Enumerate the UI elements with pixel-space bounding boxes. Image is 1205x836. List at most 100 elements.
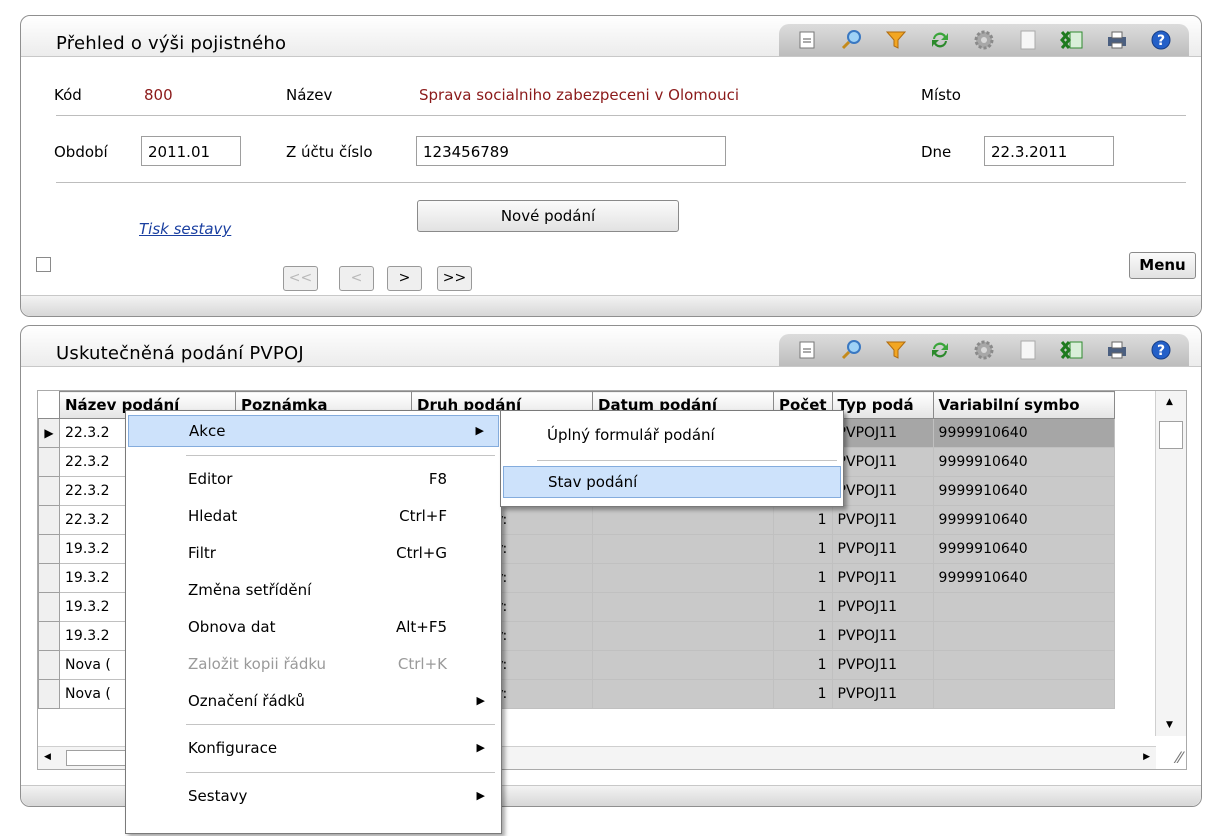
cell-datum[interactable]: [592, 505, 774, 535]
column-header[interactable]: Variabilní symbo: [932, 391, 1115, 419]
scroll-up-icon[interactable]: ▲: [1166, 397, 1173, 407]
cell-datum[interactable]: [592, 534, 774, 564]
obdobi-field[interactable]: 2011.01: [141, 136, 241, 166]
cell-vs[interactable]: [932, 679, 1115, 709]
cell-vs[interactable]: 9999910640: [932, 505, 1115, 535]
menu-item-filtr[interactable]: Filtr Ctrl+G: [128, 537, 499, 569]
cell-pocet[interactable]: 1: [773, 679, 833, 709]
cell-pocet[interactable]: 1: [773, 592, 833, 622]
cell-vs[interactable]: [932, 592, 1115, 622]
help-icon[interactable]: ?: [1148, 27, 1174, 53]
row-selector[interactable]: [38, 476, 60, 506]
search-icon[interactable]: [838, 337, 864, 363]
menu-item-obnova-dat[interactable]: Obnova dat Alt+F5: [128, 611, 499, 643]
filter-icon[interactable]: [883, 337, 909, 363]
cell-vs[interactable]: 9999910640: [932, 447, 1115, 477]
cell-datum[interactable]: [592, 621, 774, 651]
nav-next-button[interactable]: >: [387, 266, 422, 291]
blank-page-icon[interactable]: [1015, 337, 1041, 363]
submenu-item-uplny-formular[interactable]: Úplný formulář podání: [503, 419, 841, 451]
menu-item-konfigurace[interactable]: Konfigurace ▶: [128, 732, 499, 764]
cell-pocet[interactable]: 1: [773, 563, 833, 593]
new-document-icon[interactable]: [794, 27, 820, 53]
row-selector[interactable]: [38, 621, 60, 651]
nav-last-button[interactable]: >>: [437, 266, 472, 291]
gear-icon[interactable]: [971, 337, 997, 363]
new-document-icon[interactable]: [794, 337, 820, 363]
cell-vs[interactable]: 9999910640: [932, 476, 1115, 506]
vertical-scrollbar[interactable]: ▲ ▼: [1155, 391, 1186, 736]
panel-footer: [21, 295, 1201, 316]
cell-typ[interactable]: PVPOJ11: [831, 418, 934, 448]
nazev-label: Název: [286, 86, 333, 104]
cell-vs[interactable]: [932, 650, 1115, 680]
cell-vs[interactable]: 9999910640: [932, 563, 1115, 593]
search-icon[interactable]: [838, 27, 864, 53]
row-selector[interactable]: [38, 447, 60, 477]
menu-item-akce[interactable]: Akce ▶: [128, 415, 499, 447]
divider: [56, 182, 1186, 183]
row-selector[interactable]: [38, 650, 60, 680]
row-selector[interactable]: [38, 534, 60, 564]
nav-first-button[interactable]: <<: [283, 266, 318, 291]
excel-icon[interactable]: [1059, 337, 1085, 363]
row-selector[interactable]: [38, 592, 60, 622]
blank-page-icon[interactable]: [1015, 27, 1041, 53]
column-header[interactable]: Typ podá: [831, 391, 934, 419]
nav-prev-button[interactable]: <: [339, 266, 374, 291]
cell-typ[interactable]: PVPOJ11: [831, 505, 934, 535]
print-icon[interactable]: [1104, 27, 1130, 53]
cell-typ[interactable]: PVPOJ11: [831, 447, 934, 477]
scroll-thumb[interactable]: [1159, 421, 1183, 449]
menu-item-ozna-en-dk-[interactable]: Označení řádků ▶: [128, 685, 499, 717]
resize-grip-icon[interactable]: ⁄⁄: [1177, 748, 1182, 767]
cell-datum[interactable]: [592, 592, 774, 622]
menu-item-sestavy[interactable]: Sestavy ▶: [128, 780, 499, 812]
nazev-value: Sprava socialniho zabezpeceni v Olomouci: [419, 86, 739, 104]
submenu-arrow-icon: ▶: [476, 694, 485, 707]
menu-button[interactable]: Menu: [1129, 252, 1196, 279]
cell-typ[interactable]: PVPOJ11: [831, 563, 934, 593]
row-selector[interactable]: ▶: [38, 418, 60, 448]
cell-typ[interactable]: PVPOJ11: [831, 621, 934, 651]
cell-typ[interactable]: PVPOJ11: [831, 534, 934, 564]
cell-datum[interactable]: [592, 650, 774, 680]
row-selector[interactable]: [38, 505, 60, 535]
refresh-icon[interactable]: [927, 337, 953, 363]
scroll-left-icon[interactable]: ◀: [44, 752, 51, 762]
scroll-right-icon[interactable]: ▶: [1143, 752, 1150, 762]
menu-item-zm-na-set-d-n-[interactable]: Změna setřídění: [128, 574, 499, 606]
menu-item-label: Sestavy: [188, 787, 248, 805]
scroll-down-icon[interactable]: ▼: [1166, 720, 1173, 730]
select-checkbox[interactable]: [36, 257, 51, 272]
cell-typ[interactable]: PVPOJ11: [831, 592, 934, 622]
cell-pocet[interactable]: 1: [773, 534, 833, 564]
help-icon[interactable]: ?: [1148, 337, 1174, 363]
submenu-item-stav-podani[interactable]: Stav podání: [503, 466, 841, 498]
cell-vs[interactable]: 9999910640: [932, 418, 1115, 448]
row-selector[interactable]: [38, 563, 60, 593]
ucet-field[interactable]: 123456789: [416, 136, 726, 166]
filter-icon[interactable]: [883, 27, 909, 53]
cell-datum[interactable]: [592, 679, 774, 709]
cell-typ[interactable]: PVPOJ11: [831, 679, 934, 709]
cell-pocet[interactable]: 1: [773, 650, 833, 680]
menu-item-hledat[interactable]: Hledat Ctrl+F: [128, 500, 499, 532]
cell-vs[interactable]: [932, 621, 1115, 651]
gear-icon[interactable]: [971, 27, 997, 53]
dne-field[interactable]: 22.3.2011: [984, 136, 1114, 166]
cell-typ[interactable]: PVPOJ11: [831, 650, 934, 680]
misto-label: Místo: [921, 86, 961, 104]
row-selector[interactable]: [38, 679, 60, 709]
tisk-sestavy-link[interactable]: Tisk sestavy: [139, 220, 231, 238]
nove-podani-button[interactable]: Nové podání: [417, 200, 679, 232]
cell-typ[interactable]: PVPOJ11: [831, 476, 934, 506]
excel-icon[interactable]: [1059, 27, 1085, 53]
print-icon[interactable]: [1104, 337, 1130, 363]
cell-pocet[interactable]: 1: [773, 621, 833, 651]
cell-vs[interactable]: 9999910640: [932, 534, 1115, 564]
cell-pocet[interactable]: 1: [773, 505, 833, 535]
menu-item-editor[interactable]: Editor F8: [128, 463, 499, 495]
cell-datum[interactable]: [592, 563, 774, 593]
refresh-icon[interactable]: [927, 27, 953, 53]
